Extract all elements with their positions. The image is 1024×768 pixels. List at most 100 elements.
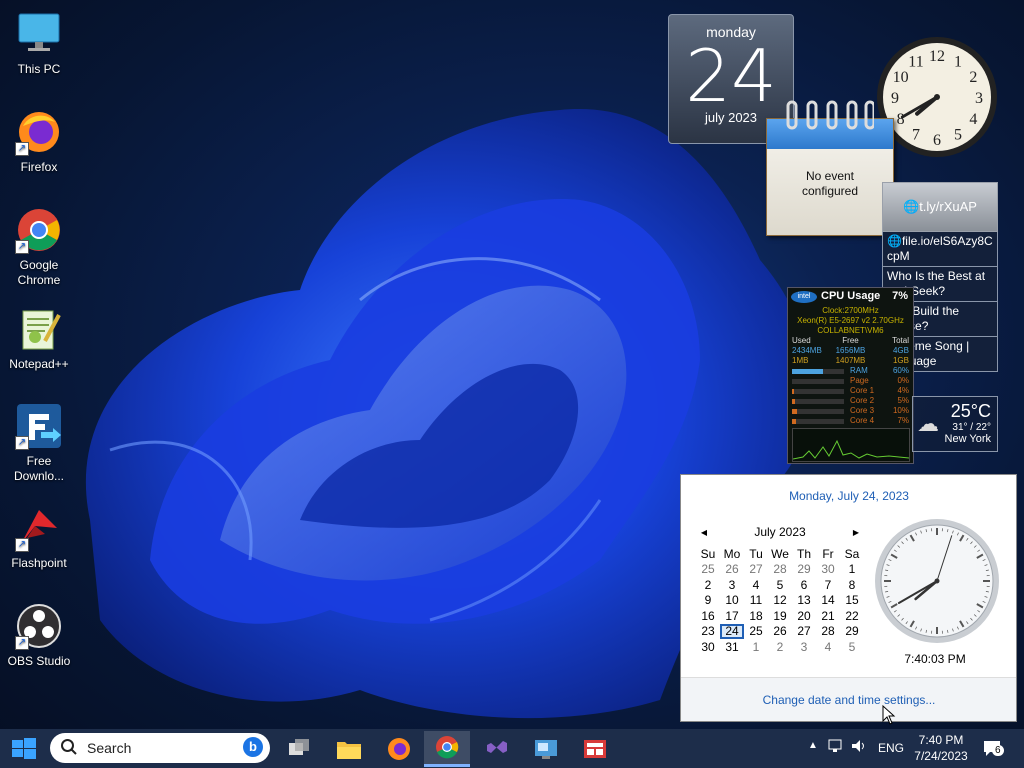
- calendar-day[interactable]: 3: [792, 639, 816, 655]
- clock-numeral: 10: [893, 69, 909, 86]
- cpu-usage-gadget[interactable]: intel CPU Usage 7% Clock:2700MHz Xeon(R)…: [787, 287, 914, 464]
- calendar-day[interactable]: 1: [840, 562, 864, 578]
- cpu-bar-fill: [792, 388, 795, 394]
- bing-icon: b: [243, 737, 263, 757]
- taskbar-app-task-view[interactable]: [284, 733, 314, 763]
- start-button[interactable]: [10, 732, 38, 765]
- desktop-icon-this-pc[interactable]: This PC: [4, 10, 74, 77]
- volume-icon[interactable]: [850, 738, 868, 754]
- taskbar-search-box[interactable]: Search b: [50, 733, 270, 763]
- notification-center-button[interactable]: 6: [982, 739, 1004, 762]
- calendar-day[interactable]: 28: [816, 624, 840, 640]
- network-icon[interactable]: [828, 738, 844, 754]
- firefox-icon: ↗: [15, 108, 63, 156]
- calendar-day[interactable]: 29: [792, 562, 816, 578]
- shortcut-arrow-icon: ↗: [15, 538, 29, 552]
- calendar-day[interactable]: 27: [792, 624, 816, 640]
- calendar-day[interactable]: 29: [840, 624, 864, 640]
- desktop-icon-label: Flashpoint: [11, 556, 67, 570]
- date-time-flyout[interactable]: Monday, July 24, 2023 ◀ July 2023 ▶ Su Mo…: [680, 474, 1017, 722]
- calendar-day[interactable]: 16: [696, 608, 720, 624]
- calendar-day[interactable]: 8: [840, 577, 864, 593]
- desktop-icon-label: This PC: [17, 62, 61, 76]
- desktop-icon-obs-studio[interactable]: ↗ OBS Studio: [4, 602, 74, 669]
- cpu-bar-label: Page: [850, 376, 869, 385]
- calendar-day[interactable]: 25: [696, 562, 720, 578]
- calendar-day[interactable]: 5: [768, 577, 792, 593]
- change-date-time-settings-link[interactable]: Change date and time settings...: [681, 693, 1017, 707]
- desktop-icon-notepadpp[interactable]: Notepad++: [4, 305, 74, 372]
- calendar-day[interactable]: 23: [696, 624, 720, 640]
- prev-month-button[interactable]: ◀: [696, 525, 712, 541]
- calendar-day[interactable]: 27: [744, 562, 768, 578]
- cpu-header: Free: [842, 336, 859, 345]
- desktop-icon-google-chrome[interactable]: ↗ Google Chrome: [4, 206, 74, 288]
- calendar-day[interactable]: 21: [816, 608, 840, 624]
- weekday-header: Mo: [723, 546, 741, 561]
- calendar-day[interactable]: 7: [816, 577, 840, 593]
- calendar-day[interactable]: 18: [744, 608, 768, 624]
- clock-numeral: 1: [954, 54, 962, 71]
- desktop-icon-firefox[interactable]: ↗ Firefox: [4, 108, 74, 175]
- calendar-day[interactable]: 2: [696, 577, 720, 593]
- desktop-icon-label: OBS Studio: [7, 654, 71, 668]
- calendar-day[interactable]: 14: [816, 593, 840, 609]
- calendar-day[interactable]: 10: [720, 593, 744, 609]
- calendar-day[interactable]: 24: [720, 623, 744, 639]
- page-free: 1407MB: [835, 356, 866, 365]
- desktop-icon-free-download-manager[interactable]: ↗ Free Downlo...: [4, 402, 74, 484]
- calendar-day[interactable]: 15: [840, 593, 864, 609]
- calendar-day[interactable]: 3: [720, 577, 744, 593]
- taskbar-app-news-app[interactable]: [580, 733, 610, 763]
- calendar-day[interactable]: 28: [768, 562, 792, 578]
- intel-logo-icon: intel: [791, 291, 817, 303]
- weather-gadget[interactable]: ☁ 25°C 31° / 22° New York: [912, 396, 998, 452]
- calendar-day[interactable]: 31: [720, 639, 744, 655]
- calendar-day[interactable]: 25: [744, 624, 768, 640]
- calendar-day[interactable]: 19: [768, 608, 792, 624]
- calendar-day[interactable]: 12: [768, 593, 792, 609]
- clock-numeral: 12: [929, 48, 945, 65]
- weekday-header: Su: [700, 546, 716, 561]
- taskbar-app-visual-studio[interactable]: [482, 733, 512, 763]
- show-hidden-icons-button[interactable]: ▲: [808, 740, 818, 751]
- calendar-day[interactable]: 6: [792, 577, 816, 593]
- calendar-day[interactable]: 22: [840, 608, 864, 624]
- calendar-day[interactable]: 4: [744, 577, 768, 593]
- calendar-day[interactable]: 5: [840, 639, 864, 655]
- calendar-day[interactable]: 26: [720, 562, 744, 578]
- month-calendar: ◀ July 2023 ▶ Su Mo Tu We Th Fr Sa 25 26 27 28 29 3…: [696, 525, 864, 655]
- month-label[interactable]: July 2023: [754, 525, 805, 541]
- task-view-icon: [289, 739, 309, 755]
- flyout-long-date[interactable]: Monday, July 24, 2023: [681, 489, 1017, 503]
- mem-free: 1656MB: [835, 346, 866, 355]
- cpu-bar-label: Core 2: [850, 396, 875, 405]
- next-month-button[interactable]: ▶: [848, 525, 864, 541]
- desktop-icon-label: Notepad++: [9, 357, 69, 371]
- taskbar-app-control-panel[interactable]: [531, 733, 561, 763]
- calendar-day[interactable]: 17: [720, 608, 744, 624]
- calendar-day[interactable]: 13: [792, 593, 816, 609]
- shortcut-arrow-icon: ↗: [15, 240, 29, 254]
- rss-item[interactable]: 🌐t.ly/rXuAP: [882, 182, 998, 232]
- taskbar-app-file-explorer[interactable]: [334, 733, 364, 763]
- taskbar-app-firefox[interactable]: [384, 733, 414, 763]
- taskbar-app-chrome[interactable]: [424, 731, 470, 767]
- notes-gadget[interactable]: No event configured: [766, 100, 894, 236]
- calendar-day[interactable]: 30: [816, 562, 840, 578]
- calendar-day[interactable]: 26: [768, 624, 792, 640]
- calendar-day[interactable]: 2: [768, 639, 792, 655]
- calendar-day[interactable]: 4: [816, 639, 840, 655]
- cpu-bar-value: 5%: [897, 396, 909, 405]
- cpu-bar-fill: [792, 418, 796, 424]
- calendar-day[interactable]: 30: [696, 639, 720, 655]
- calendar-day[interactable]: 20: [792, 608, 816, 624]
- mouse-cursor-icon: [882, 705, 896, 725]
- calendar-day[interactable]: 1: [744, 639, 768, 655]
- language-indicator[interactable]: ENG: [878, 741, 904, 755]
- rss-item[interactable]: 🌐file.io/elS6Azy8C cpM: [882, 232, 998, 267]
- calendar-day[interactable]: 9: [696, 593, 720, 609]
- calendar-day[interactable]: 11: [744, 593, 768, 609]
- desktop-icon-flashpoint[interactable]: ↗ Flashpoint: [4, 504, 74, 571]
- taskbar-clock[interactable]: 7:40 PM 7/24/2023: [914, 732, 968, 764]
